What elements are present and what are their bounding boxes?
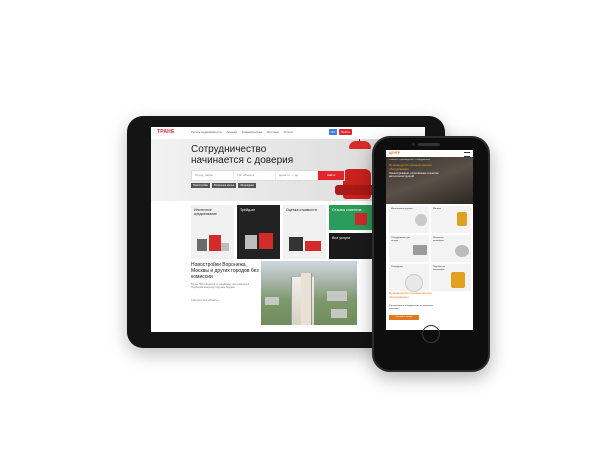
menu-item-commercial[interactable]: Коммерческая — [242, 130, 262, 134]
front-camera-icon — [412, 143, 415, 146]
tile-warehouse[interactable]: Оборудование для склада — [389, 235, 429, 262]
tile-installation[interactable]: Монтаж — [431, 206, 471, 233]
tile-metal-structures[interactable]: Металлоконструкции — [389, 206, 429, 233]
section-title: Новостройки Воронежа, Москвы и других го… — [191, 262, 259, 280]
residential-tower-top — [301, 273, 312, 325]
tile-label: Металлоконструкции — [391, 208, 413, 210]
pendant-lamp-image — [349, 141, 371, 149]
tile-label: Оборудование для склада — [391, 237, 411, 242]
house-shape — [331, 309, 347, 318]
request-button[interactable]: Оставить заявку — [389, 315, 419, 320]
cube-icon — [245, 235, 257, 249]
search-city-field[interactable]: Город, район — [192, 171, 234, 180]
card-label: Оценка стоимости — [286, 208, 317, 212]
section-paragraph: Более 500 объектов от надёжных застройщи… — [191, 283, 250, 290]
search-button[interactable]: Найти — [318, 171, 344, 180]
house-shape — [327, 291, 347, 301]
speaker-grille — [418, 143, 440, 146]
filter-chips: Новостройки Вторичное жильё Загородная — [191, 183, 256, 188]
tile-label: Шнековые конвейеры — [433, 237, 444, 242]
tile-lifting[interactable]: Подъёмные механизмы — [431, 264, 471, 291]
login-button[interactable]: Войти — [339, 129, 352, 135]
menu-item-mortgage[interactable]: Ипотека — [267, 130, 278, 134]
search-type-field[interactable]: Тип объекта — [234, 171, 276, 180]
search-bar: Город, район Тип объекта Цена от — до На… — [191, 170, 345, 181]
menu-item-buy[interactable]: Купить недвижимость — [191, 130, 221, 134]
phone-hero-title: Производство промышленного оборудования — [389, 163, 433, 171]
tablet-logo[interactable]: ТРАНЕ — [157, 129, 175, 135]
box-icon — [221, 243, 229, 251]
menu-item-rent[interactable]: Аренда — [226, 130, 236, 134]
language-button[interactable]: RU — [329, 129, 338, 135]
house-shape — [265, 297, 279, 305]
tile-label: Резервуары — [391, 266, 404, 268]
tank-icon — [405, 274, 423, 292]
home-button[interactable] — [422, 325, 440, 343]
breadcrumb[interactable]: Главная / Производство / Оборудование — [389, 159, 471, 161]
phone-screen: ЦЕНТР Главная / Производство / Оборудова… — [386, 150, 473, 330]
chip-country[interactable]: Загородная — [238, 183, 256, 188]
conveyor-icon — [455, 245, 469, 257]
tile-label: Подъёмные механизмы — [433, 266, 446, 271]
chip-new[interactable]: Новостройки — [191, 183, 210, 188]
building-icon — [289, 237, 303, 251]
card-valuation[interactable]: Оценка стоимости — [283, 205, 326, 259]
menu-item-services[interactable]: Услуги — [284, 130, 293, 134]
search-price-field[interactable]: Цена от — до — [276, 171, 318, 180]
card-label: Трейд-ин — [240, 208, 256, 212]
card-mortgage[interactable]: Ипотечное кредитование — [191, 205, 234, 259]
phone-hero-subtitle: Проектирование, изготовление и монтаж ме… — [389, 172, 439, 179]
tile-tanks[interactable]: Резервуары — [389, 264, 429, 292]
red-box-icon — [209, 235, 221, 251]
phone-logo[interactable]: ЦЕНТР — [389, 151, 400, 155]
card-reviews[interactable]: Отзывы клиентов — [329, 205, 372, 230]
truss-icon — [415, 214, 427, 226]
house-model-icon — [197, 239, 207, 251]
card-trade-in[interactable]: Трейд-ин — [237, 205, 280, 259]
crane-hook-icon — [457, 212, 467, 226]
phone-section-title: Производство промышленного оборудования — [389, 291, 433, 299]
hero-title: Сотрудничество начинается с доверия — [191, 144, 294, 166]
chip-secondary[interactable]: Вторичное жильё — [211, 183, 237, 188]
tile-conveyors[interactable]: Шнековые конвейеры — [431, 235, 471, 262]
rack-icon — [413, 245, 427, 255]
red-cube-icon — [259, 233, 273, 249]
tablet-actions: RU Войти — [329, 129, 352, 135]
card-all-services[interactable]: Все услуги — [329, 233, 372, 259]
card-label: Отзывы клиентов — [332, 208, 362, 212]
red-slab-icon — [305, 241, 321, 251]
red-house-icon — [355, 213, 367, 225]
phone-section-text: Изготавливаем оборудование по чертежам з… — [389, 305, 433, 310]
card-label: Все услуги — [332, 236, 350, 240]
tile-label: Монтаж — [433, 208, 441, 210]
card-label: Ипотечное кредитование — [194, 208, 218, 217]
tablet-menu: Купить недвижимость Аренда Коммерческая … — [191, 130, 293, 134]
section-link[interactable]: Смотреть все объекты — [191, 299, 221, 302]
hoist-icon — [451, 272, 465, 288]
